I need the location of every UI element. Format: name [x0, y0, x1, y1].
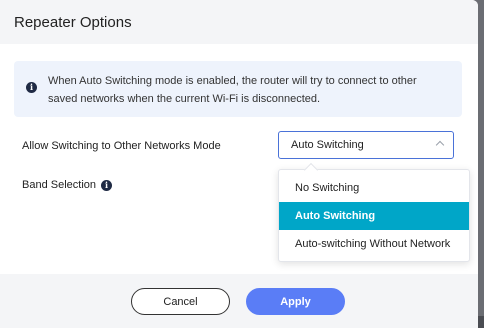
dialog-body: i When Auto Switching mode is enabled, t… — [0, 44, 478, 274]
switching-mode-dropdown: No Switching Auto Switching Auto-switchi… — [278, 169, 470, 262]
repeater-options-dialog: Repeater Options i When Auto Switching m… — [0, 0, 478, 328]
chevron-up-icon — [435, 140, 445, 150]
info-text: When Auto Switching mode is enabled, the… — [48, 75, 417, 105]
info-banner: i When Auto Switching mode is enabled, t… — [14, 61, 462, 117]
option-no-switching[interactable]: No Switching — [279, 174, 469, 202]
band-selection-row: Band Selection i — [22, 179, 112, 191]
cancel-button[interactable]: Cancel — [131, 288, 230, 315]
option-auto-switching-without-network[interactable]: Auto-switching Without Network — [279, 230, 469, 258]
switching-mode-label: Allow Switching to Other Networks Mode — [22, 140, 221, 152]
band-selection-label: Band Selection — [22, 179, 96, 191]
option-auto-switching[interactable]: Auto Switching — [279, 202, 469, 230]
apply-button[interactable]: Apply — [246, 288, 345, 315]
dialog-footer: Cancel Apply — [0, 274, 478, 328]
switching-mode-select[interactable]: Auto Switching — [278, 131, 454, 159]
switching-mode-value: Auto Switching — [291, 139, 364, 151]
info-icon[interactable]: i — [101, 179, 112, 191]
dialog-title: Repeater Options — [14, 13, 132, 31]
dialog-header: Repeater Options — [0, 0, 478, 44]
info-icon: i — [26, 82, 37, 93]
